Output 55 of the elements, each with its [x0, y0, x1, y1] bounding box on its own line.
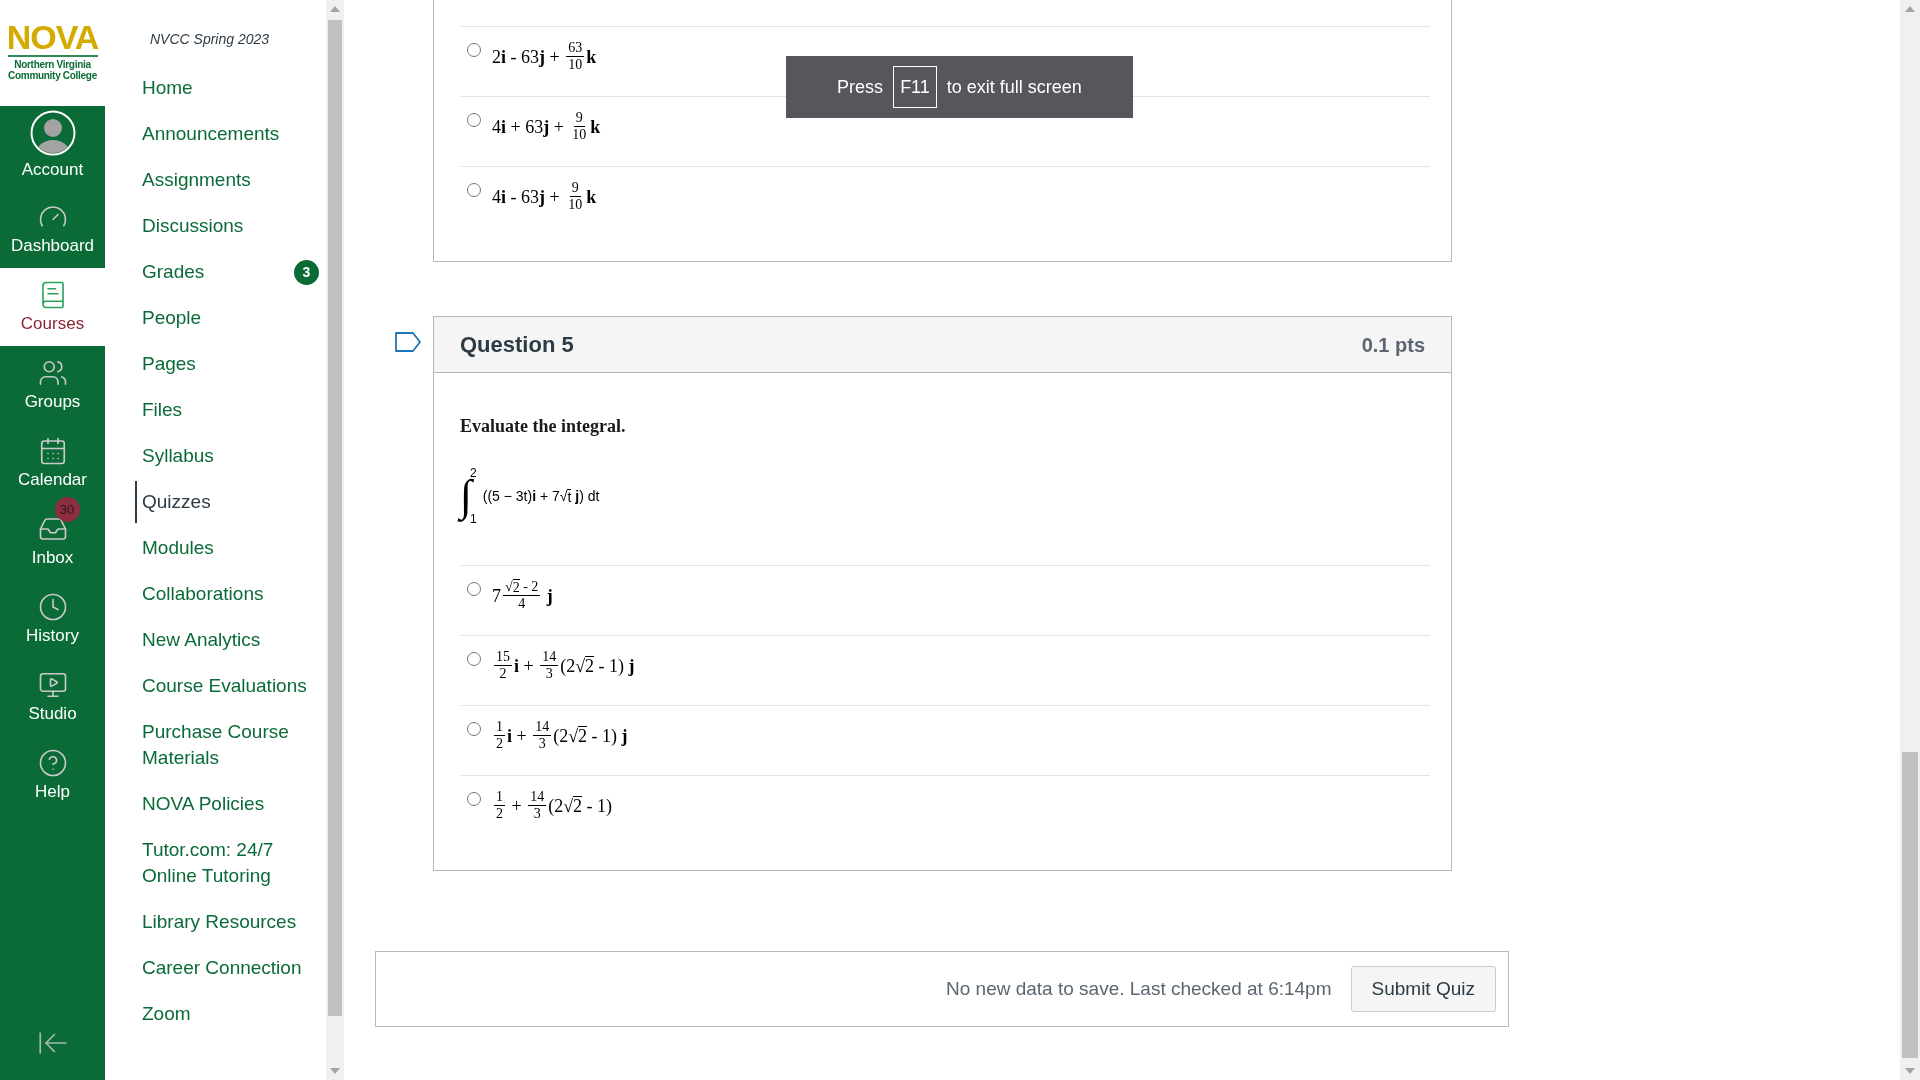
logo-subtitle: Northern Virginia Community College	[8, 59, 97, 81]
logo-wordmark: NOVA	[6, 22, 99, 52]
course-nav-link[interactable]: Library Resources	[135, 901, 297, 943]
course-nav-link[interactable]: Course Evaluations	[135, 665, 307, 707]
scrollbar[interactable]	[326, 0, 344, 1080]
course-nav-link[interactable]: Syllabus	[135, 435, 214, 477]
course-nav-link[interactable]: Purchase Course Materials	[135, 711, 318, 779]
course-nav-link[interactable]: Files	[135, 389, 183, 431]
radio-button[interactable]	[467, 652, 481, 666]
course-nav-link[interactable]: Zoom	[135, 993, 191, 1035]
answer-formula: 7 √2 - 2 4 j	[492, 579, 553, 613]
course-nav-link[interactable]: Home	[135, 67, 193, 109]
global-nav-item[interactable]: Courses	[0, 268, 105, 346]
scrollbar-thumb[interactable]	[1902, 752, 1918, 1058]
radio-button[interactable]	[467, 722, 481, 736]
course-nav-link[interactable]: Tutor.com: 24/7 Online Tutoring	[135, 829, 318, 897]
course-nav-link[interactable]: Assignments	[135, 159, 251, 201]
user-avatar-icon	[29, 110, 76, 156]
course-nav-link[interactable]: People	[135, 297, 202, 339]
course-nav-link[interactable]: Announcements	[135, 113, 280, 155]
radio-button[interactable]	[467, 43, 481, 57]
course-nav-link[interactable]: New Analytics	[135, 619, 261, 661]
scroll-down-arrow-icon[interactable]	[330, 1068, 340, 1074]
radio-button[interactable]	[467, 582, 481, 596]
course-nav-link[interactable]: Grades	[135, 251, 205, 293]
course-title: NVCC Spring 2023	[150, 30, 271, 49]
question-title: Question 5	[460, 331, 574, 359]
scroll-up-arrow-icon[interactable]	[330, 6, 340, 12]
course-nav-link[interactable]: Modules	[135, 527, 214, 569]
course-nav-link[interactable]: Discussions	[135, 205, 244, 247]
radio-button[interactable]	[467, 113, 481, 127]
submit-quiz-button[interactable]: Submit Quiz	[1350, 966, 1496, 1012]
users-icon	[37, 358, 68, 388]
course-nav-link[interactable]: Quizzes	[135, 481, 211, 523]
flag-icon[interactable]	[395, 332, 421, 352]
course-nav-link[interactable]: Pages	[135, 343, 196, 385]
radio-button[interactable]	[467, 183, 481, 197]
course-nav-link[interactable]: Collaborations	[135, 573, 264, 615]
scrollbar[interactable]	[1900, 0, 1920, 1080]
radio-button[interactable]	[467, 792, 481, 806]
monitor-play-icon	[37, 670, 68, 700]
question-prompt: Evaluate the integral.	[460, 415, 626, 437]
notice-text: Press	[837, 75, 884, 99]
scroll-up-arrow-icon[interactable]	[1905, 6, 1915, 12]
course-nav-link[interactable]: Career Connection	[135, 947, 302, 989]
clock-icon	[37, 592, 68, 622]
help-icon	[37, 748, 68, 778]
key-label: F11	[893, 66, 937, 108]
autosave-status: No new data to save. Last checked at 6:14pm	[946, 976, 1332, 1001]
question-points: 0.1 pts	[1361, 332, 1425, 358]
scrollbar-thumb[interactable]	[328, 20, 342, 1016]
course-nav-link[interactable]: NOVA Policies	[135, 783, 265, 825]
grades-count-badge: 3	[294, 259, 319, 285]
notice-text: to exit full screen	[946, 75, 1082, 99]
scroll-down-arrow-icon[interactable]	[1905, 1068, 1915, 1074]
